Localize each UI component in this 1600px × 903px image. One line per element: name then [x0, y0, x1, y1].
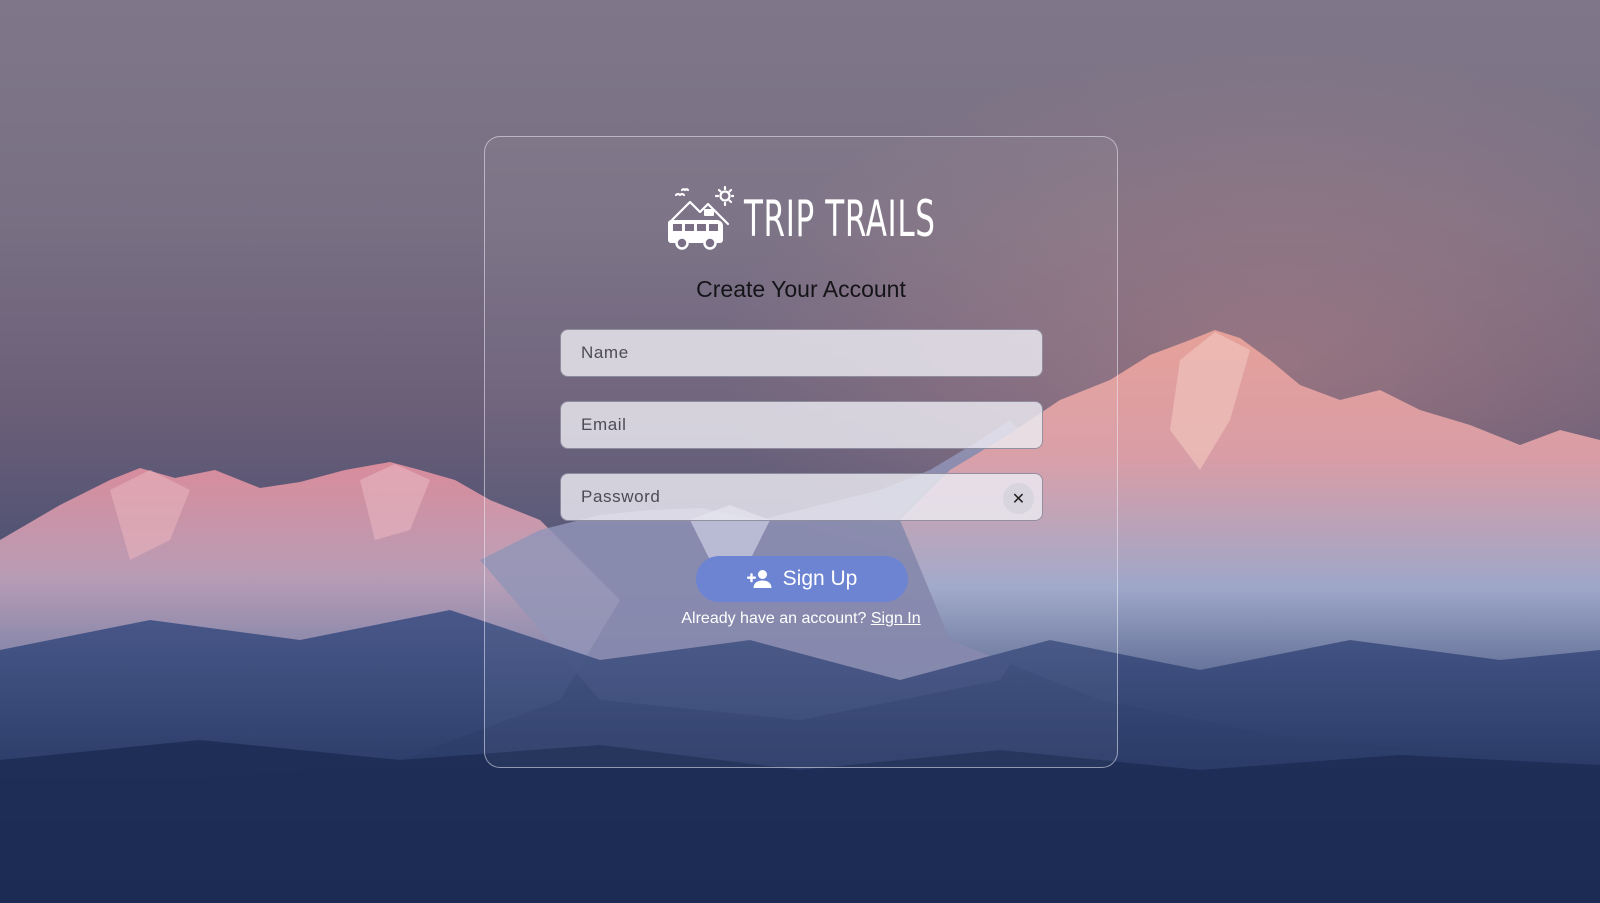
signin-prompt-line: Already have an account? Sign In	[484, 610, 1118, 628]
password-input[interactable]	[561, 474, 1042, 520]
password-field: ✕	[560, 473, 1043, 521]
email-input[interactable]	[561, 402, 1042, 448]
signup-button[interactable]: Sign Up	[696, 556, 908, 602]
brand-name: TRIP TRAILS	[744, 190, 936, 248]
name-input[interactable]	[561, 330, 1042, 376]
password-clear-button[interactable]: ✕	[1003, 483, 1034, 514]
signin-link[interactable]: Sign In	[871, 610, 921, 627]
person-add-icon	[746, 570, 772, 588]
close-icon: ✕	[1011, 490, 1026, 508]
page-title: Create Your Account	[696, 276, 906, 302]
page-background: TRIP TRAILS Create Your Account ✕ Sign U…	[0, 0, 1600, 903]
signup-button-label: Sign Up	[782, 567, 858, 590]
signin-prompt-text: Already have an account?	[681, 610, 867, 627]
name-field	[560, 329, 1043, 377]
email-field	[560, 401, 1043, 449]
brand-logo: TRIP TRAILS	[668, 186, 1053, 252]
van-mountain-sun-icon	[668, 186, 734, 250]
